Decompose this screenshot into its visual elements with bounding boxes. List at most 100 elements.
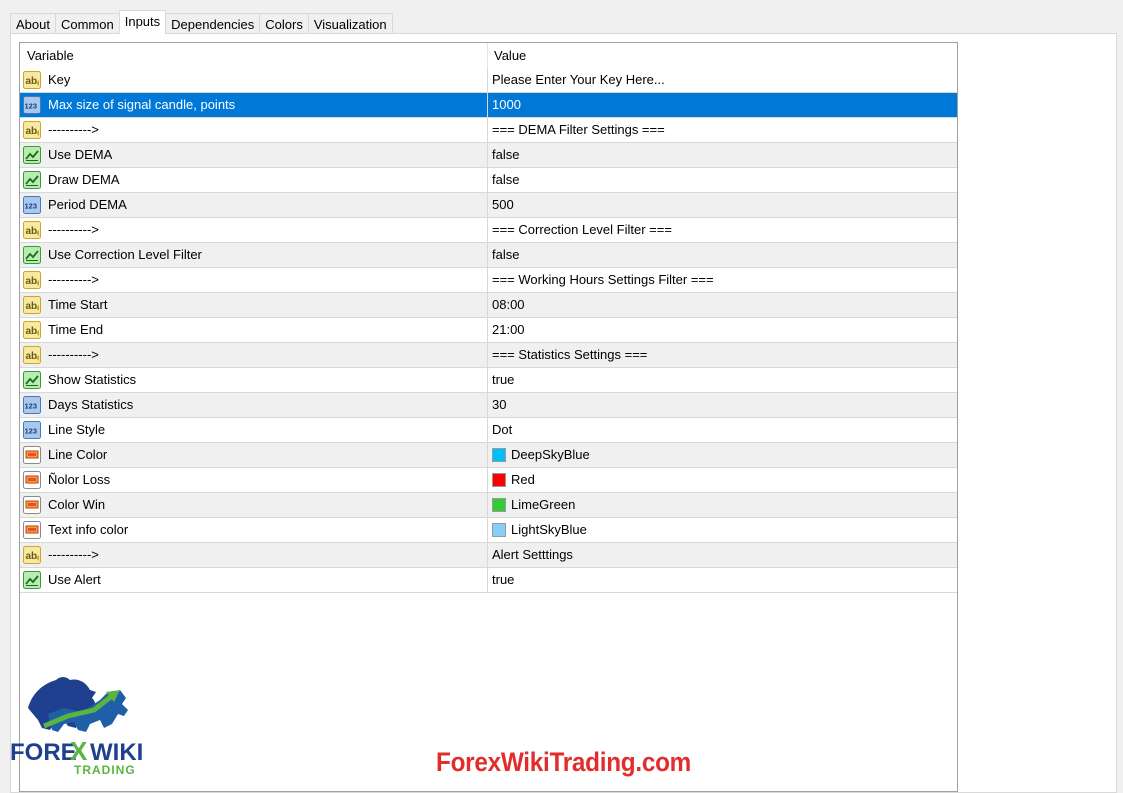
value-cell[interactable]: LightSkyBlue (488, 518, 957, 542)
table-row[interactable]: Draw DEMA false (20, 168, 957, 193)
table-row[interactable]: Show Statistics true (20, 368, 957, 393)
variable-label: Color Win (48, 497, 106, 512)
table-row[interactable]: 123 Line Style Dot (20, 418, 957, 443)
value-cell[interactable]: false (488, 243, 957, 267)
column-header-value[interactable]: Value (488, 43, 957, 68)
value-text: false (492, 172, 520, 187)
string-icon: ab (22, 320, 42, 340)
table-row[interactable]: Use Alert true (20, 568, 957, 593)
value-cell[interactable]: Red (488, 468, 957, 492)
svg-text:123: 123 (25, 202, 38, 211)
tab-dependencies[interactable]: Dependencies (165, 13, 261, 34)
tab-inputs[interactable]: Inputs (118, 10, 167, 34)
svg-text:ab: ab (26, 551, 38, 562)
logo-text-trading: TRADING (74, 763, 136, 777)
variable-cell[interactable]: ab ----------> (20, 343, 488, 367)
watermark-text: ForexWikiTrading.com (436, 747, 691, 777)
svg-text:ab: ab (26, 276, 38, 287)
table-row[interactable]: Line Color DeepSkyBlue (20, 443, 957, 468)
tab-colors[interactable]: Colors (259, 13, 309, 34)
value-cell[interactable]: true (488, 368, 957, 392)
variable-cell[interactable]: ab ----------> (20, 543, 488, 567)
value-cell[interactable]: 21:00 (488, 318, 957, 342)
table-row[interactable]: ab Time Start 08:00 (20, 293, 957, 318)
variable-cell[interactable]: Use Correction Level Filter (20, 243, 488, 267)
variable-cell[interactable]: Ñolor Loss (20, 468, 488, 492)
value-cell[interactable]: Dot (488, 418, 957, 442)
variable-cell[interactable]: 123 Line Style (20, 418, 488, 442)
variable-cell[interactable]: 123 Max size of signal candle, points (20, 93, 488, 117)
value-cell[interactable]: Alert Setttings (488, 543, 957, 567)
table-row[interactable]: Text info color LightSkyBlue (20, 518, 957, 543)
string-icon: ab (22, 120, 42, 140)
value-cell[interactable]: false (488, 143, 957, 167)
value-cell[interactable]: === Correction Level Filter === (488, 218, 957, 242)
table-row[interactable]: ab ----------> === DEMA Filter Settings ==… (20, 118, 957, 143)
color-swatch (492, 523, 506, 537)
variable-label: Line Color (48, 447, 108, 462)
variable-cell[interactable]: Line Color (20, 443, 488, 467)
value-cell[interactable]: DeepSkyBlue (488, 443, 957, 467)
table-row[interactable]: 123 Max size of signal candle, points 1000 (20, 93, 957, 118)
variable-cell[interactable]: Use DEMA (20, 143, 488, 167)
table-row[interactable]: ab ----------> === Working Hours Settings … (20, 268, 957, 293)
color-icon (22, 470, 42, 490)
variable-cell[interactable]: ab ----------> (20, 218, 488, 242)
value-cell[interactable]: 500 (488, 193, 957, 217)
table-row[interactable]: Use DEMA false (20, 143, 957, 168)
value-cell[interactable]: true (488, 568, 957, 592)
value-cell[interactable]: === Working Hours Settings Filter === (488, 268, 957, 292)
variable-cell[interactable]: 123 Days Statistics (20, 393, 488, 417)
variable-cell[interactable]: ab ----------> (20, 118, 488, 142)
table-row[interactable]: 123 Period DEMA 500 (20, 193, 957, 218)
bool-icon (22, 170, 42, 190)
value-text: true (492, 372, 515, 387)
value-cell[interactable]: === DEMA Filter Settings === (488, 118, 957, 142)
variable-cell[interactable]: ab Key (20, 68, 488, 92)
variable-label: Time Start (48, 297, 108, 312)
value-cell[interactable]: 30 (488, 393, 957, 417)
table-row[interactable]: ab ----------> Alert Setttings (20, 543, 957, 568)
value-text: 08:00 (492, 297, 525, 312)
table-row[interactable]: 123 Days Statistics 30 (20, 393, 957, 418)
number-icon: 123 (22, 395, 42, 415)
variable-label: Key (48, 72, 71, 87)
bool-icon (22, 145, 42, 165)
logo-text-x: X (70, 736, 88, 766)
table-row[interactable]: Color Win LimeGreen (20, 493, 957, 518)
variable-cell[interactable]: ab Time End (20, 318, 488, 342)
logo-text-forex: FORE (10, 739, 77, 766)
table-row[interactable]: ab Key Please Enter Your Key Here... (20, 68, 957, 93)
value-text: true (492, 572, 515, 587)
tab-visualization[interactable]: Visualization (307, 13, 393, 34)
variable-label: Time End (48, 322, 104, 337)
color-swatch (492, 448, 506, 462)
tab-about[interactable]: About (10, 13, 56, 34)
variable-label: Show Statistics (48, 372, 137, 387)
column-header-variable[interactable]: Variable (20, 43, 488, 68)
variable-cell[interactable]: 123 Period DEMA (20, 193, 488, 217)
table-row[interactable]: ab ----------> === Statistics Settings === (20, 343, 957, 368)
value-cell[interactable]: Please Enter Your Key Here... (488, 68, 957, 92)
table-row[interactable]: Ñolor Loss Red (20, 468, 957, 493)
table-row[interactable]: ab Time End 21:00 (20, 318, 957, 343)
table-row[interactable]: ab ----------> === Correction Level Filter… (20, 218, 957, 243)
tab-common[interactable]: Common (54, 13, 120, 34)
value-cell[interactable]: === Statistics Settings === (488, 343, 957, 367)
variable-cell[interactable]: ab ----------> (20, 268, 488, 292)
variable-cell[interactable]: Text info color (20, 518, 488, 542)
variable-cell[interactable]: Show Statistics (20, 368, 488, 392)
value-cell[interactable]: LimeGreen (488, 493, 957, 517)
variable-cell[interactable]: Color Win (20, 493, 488, 517)
value-cell[interactable]: 08:00 (488, 293, 957, 317)
variable-label: Text info color (48, 522, 129, 537)
table-row[interactable]: Use Correction Level Filter false (20, 243, 957, 268)
variable-cell[interactable]: Use Alert (20, 568, 488, 592)
value-cell[interactable]: 1000 (488, 93, 957, 117)
variable-cell[interactable]: Draw DEMA (20, 168, 488, 192)
svg-text:ab: ab (26, 126, 38, 137)
variable-label: ----------> (48, 347, 99, 362)
value-text: Please Enter Your Key Here... (492, 72, 665, 87)
value-cell[interactable]: false (488, 168, 957, 192)
variable-cell[interactable]: ab Time Start (20, 293, 488, 317)
